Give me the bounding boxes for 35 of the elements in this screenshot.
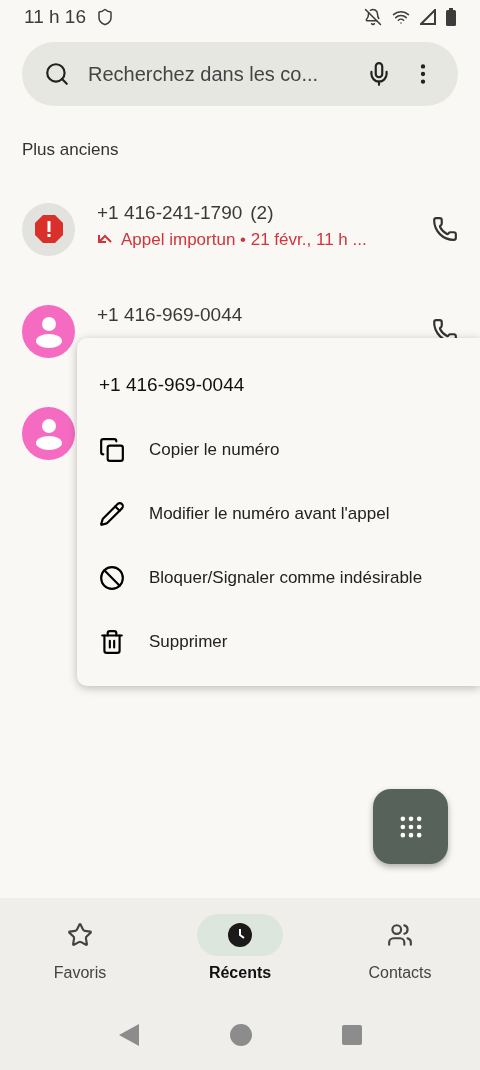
call-count: (2) xyxy=(250,202,274,224)
menu-item[interactable]: Supprimer xyxy=(77,610,480,674)
battery-icon xyxy=(446,8,456,26)
search-icon xyxy=(44,61,70,87)
trash-icon xyxy=(99,629,125,655)
star-icon xyxy=(67,922,93,948)
block-icon xyxy=(99,565,125,591)
back-icon[interactable] xyxy=(118,1023,140,1047)
call-detail: Appel importun • 21 févr., 11 h ... xyxy=(121,230,367,250)
dialpad-button[interactable] xyxy=(373,789,448,864)
menu-item[interactable]: Bloquer/Signaler comme indésirable xyxy=(77,546,480,610)
copy-icon xyxy=(99,437,125,463)
mute-icon xyxy=(364,8,382,26)
phone-number: +1 416-241-1790 xyxy=(97,202,243,224)
pencil-icon xyxy=(99,501,125,527)
home-icon[interactable] xyxy=(230,1024,252,1046)
nav-tab[interactable]: Récents xyxy=(160,898,320,1000)
signal-icon xyxy=(420,9,436,25)
section-title: Plus anciens xyxy=(21,139,120,161)
menu-item[interactable]: Copier le numéro xyxy=(77,418,480,482)
menu-item[interactable]: Modifier le numéro avant l'appel xyxy=(77,482,480,546)
wifi-icon xyxy=(392,8,410,26)
spam-avatar xyxy=(22,202,75,256)
contact-avatar xyxy=(22,406,75,460)
phone-number: +1 416-969-0044 xyxy=(97,304,243,326)
search-field[interactable]: Recherchez dans les co... xyxy=(22,42,458,106)
nav-tab[interactable]: Favoris xyxy=(0,898,160,1000)
contacts-icon xyxy=(387,922,413,948)
menu-title: +1 416-969-0044 xyxy=(98,373,246,397)
status-time: 11 h 16 xyxy=(24,6,86,28)
shield-icon xyxy=(96,8,114,26)
nav-tab[interactable]: Contacts xyxy=(320,898,480,1000)
phone-icon[interactable] xyxy=(432,216,458,242)
clock-icon xyxy=(227,922,253,948)
contact-avatar xyxy=(22,304,75,358)
